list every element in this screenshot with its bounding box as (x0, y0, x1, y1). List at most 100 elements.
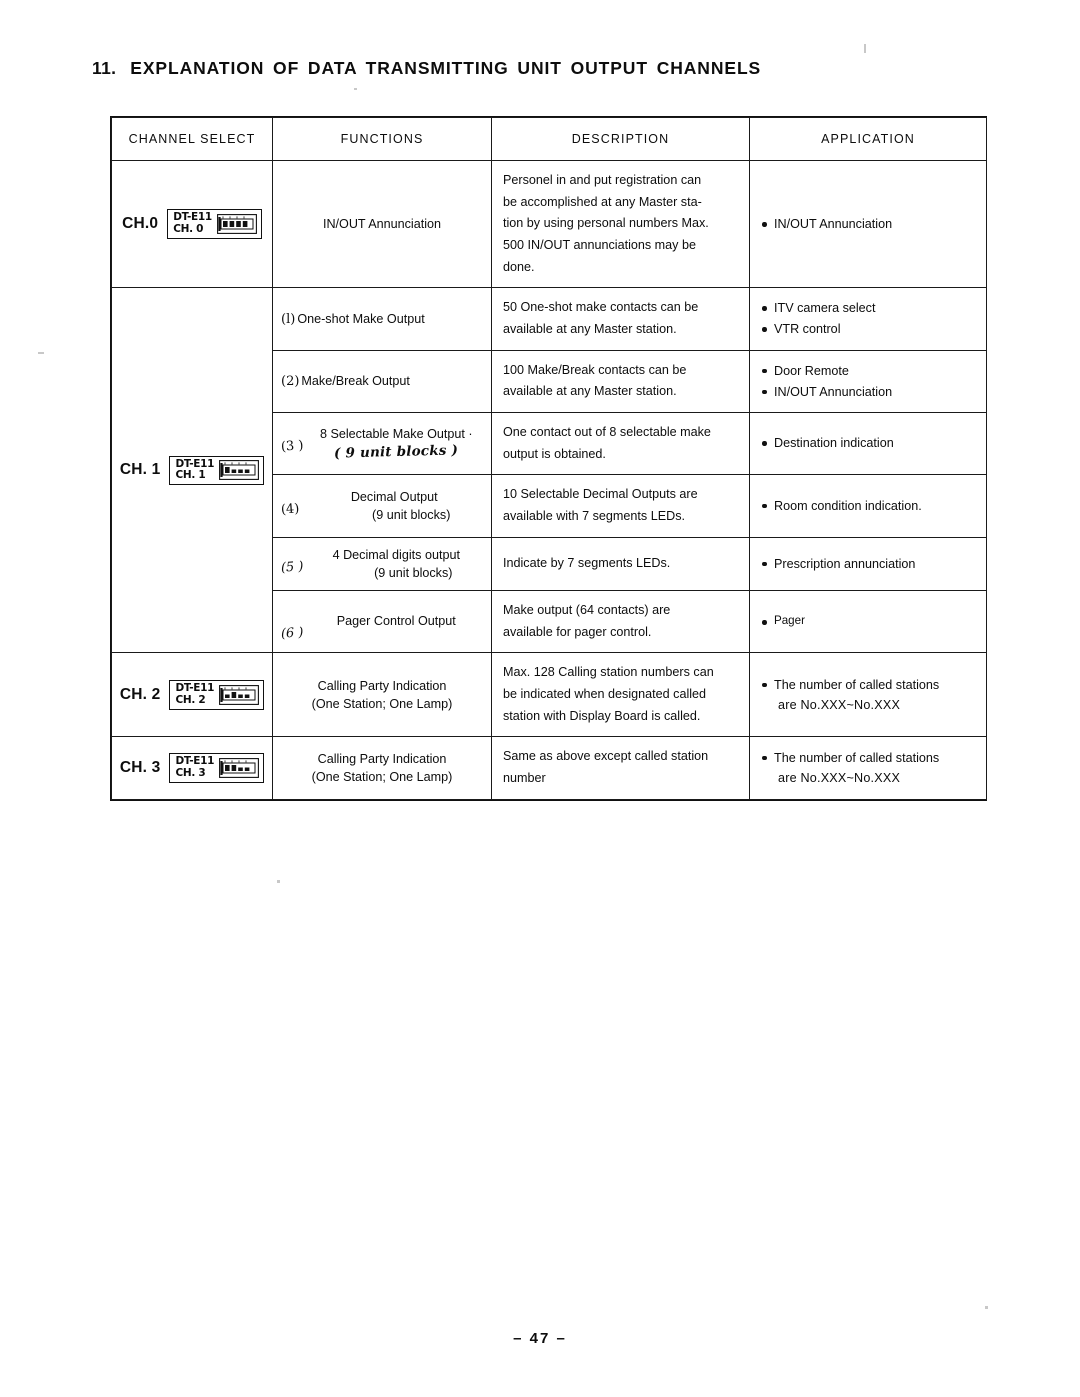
application-item: ITV camera select (761, 298, 976, 318)
description-ch1-3: One contact out of 8 selectable make out… (491, 411, 750, 476)
description-line: output is obtained. (503, 446, 606, 461)
function-label: Calling Party Indication (317, 678, 447, 693)
function-index: (3 ) (280, 437, 304, 455)
dip-switch-icon (216, 214, 257, 235)
functions-ch0: IN/OUT Annunciation (272, 159, 492, 289)
description-line: done. (503, 259, 535, 274)
functions-ch1-4: (4) Decimal Output (9 unit blocks) (272, 474, 492, 538)
function-sublabel: (One Station; One Lamp) (311, 769, 453, 784)
description-line: available with 7 segments LEDs. (503, 508, 686, 523)
function-label: Make/Break Output (301, 374, 410, 389)
channel-label-ch1: CH. 1 (119, 461, 161, 479)
function-sublabel: (One Station; One Lamp) (311, 696, 453, 711)
description-line: Personel in and put registration can (503, 173, 702, 187)
application-item: IN/OUT Annunciation (761, 382, 976, 402)
section-title: EXPLANATION OF DATA TRANSMITTING UNIT OU… (130, 58, 762, 78)
table-row-ch2: CH. 2 DT-E11 CH. 2 Calling Party Indicat… (111, 652, 987, 738)
application-item: Door Remote (761, 361, 976, 381)
description-line: be indicated when designated called (503, 687, 707, 701)
description-ch1-2: 100 Make/Break contacts can be available… (491, 349, 750, 413)
document-page: 11. EXPLANATION OF DATA TRANSMITTING UNI… (0, 0, 1080, 1397)
table-row-ch3: CH. 3 DT-E11 CH. 3 Calling Party Indicat… (111, 736, 987, 800)
application-ch1-1: ITV camera select VTR control (749, 287, 987, 351)
description-line: station with Display Board is called. (503, 708, 701, 723)
functions-ch1-5: (5 ) 4 Decimal digits output (9 unit blo… (272, 536, 492, 592)
channel-label-ch3: CH. 3 (119, 758, 161, 776)
application-ch0: IN/OUT Annunciation (749, 159, 987, 289)
description-line: One contact out of 8 selectable make (503, 424, 711, 439)
channel-label-ch0: CH.0 (122, 215, 159, 233)
function-label: 4 Decimal digits output (332, 547, 460, 562)
table-header-row: CHANNEL SELECT FUNCTIONS DESCRIPTION APP… (111, 117, 987, 161)
section-number: 11. (92, 58, 117, 78)
description-line: tion by using personal numbers Max. (503, 216, 709, 231)
header-functions: FUNCTIONS (272, 117, 492, 161)
application-item: Pager (761, 612, 976, 631)
dipswitch-badge-ch3: DT-E11 CH. 3 (169, 753, 265, 783)
channel-select-ch2: CH. 2 DT-E11 CH. 2 (111, 652, 273, 738)
function-label-ch0: IN/OUT Annunciation (322, 217, 442, 232)
badge-channel-ch2: CH. 2 (175, 693, 206, 706)
application-item: Destination indication (761, 433, 976, 453)
output-channels-table: CHANNEL SELECT FUNCTIONS DESCRIPTION APP… (110, 116, 987, 801)
description-ch1-1: 50 One-shot make contacts can be availab… (491, 287, 750, 351)
application-ch2: The number of called stations are No.XXX… (749, 652, 987, 738)
description-ch1-6: Make output (64 contacts) are available … (491, 590, 750, 654)
scan-speck (985, 1306, 988, 1309)
description-line: available for pager control. (503, 624, 652, 639)
function-label: Decimal Output (350, 489, 438, 504)
dip-switch-icon (219, 460, 260, 481)
application-item: Prescription annunciation (761, 554, 976, 574)
channel-select-ch0: CH.0 DT-E11 CH. 0 (111, 159, 273, 289)
functions-ch1-3: (3 ) 8 Selectable Make Output · ( 9 unit… (272, 411, 492, 476)
badge-channel-ch0: CH. 0 (173, 223, 204, 236)
application-ch3: The number of called stations are No.XXX… (749, 736, 987, 800)
application-item: VTR control (761, 319, 976, 339)
description-line: Make output (64 contacts) are (503, 603, 671, 618)
function-index: (6 ) (280, 625, 304, 643)
application-item: The number of called stations are No.XXX… (761, 675, 976, 715)
application-line-2: are No.XXX~No.XXX (778, 697, 901, 712)
handwritten-annotation: ( 9 unit blocks ) (334, 442, 459, 462)
application-line-1: The number of called stations (774, 677, 940, 692)
dipswitch-badge-ch0: DT-E11 CH. 0 (167, 209, 262, 239)
application-item: Room condition indication. (761, 496, 976, 516)
dipswitch-badge-ch2: DT-E11 CH. 2 (169, 680, 265, 710)
channel-label-ch2: CH. 2 (119, 685, 161, 703)
function-index: (5 ) (280, 558, 304, 576)
application-ch1-6: Pager (749, 590, 987, 654)
description-line: Same as above except called station (503, 749, 709, 764)
description-ch3: Same as above except called station numb… (491, 736, 750, 800)
table-row-ch0: CH.0 DT-E11 CH. 0 IN/OUT Annunciation Pe… (111, 159, 987, 289)
header-description: DESCRIPTION (491, 117, 750, 161)
description-line: 50 One-shot make contacts can be (503, 300, 699, 315)
application-ch1-4: Room condition indication. (749, 474, 987, 538)
description-line: 100 Make/Break contacts can be (503, 362, 687, 377)
scan-speck (354, 88, 357, 90)
application-line-2: are No.XXX~No.XXX (778, 770, 901, 785)
description-line: Max. 128 Calling station numbers can (503, 665, 714, 680)
application-ch1-5: Prescription annunciation (749, 536, 987, 592)
table-row-ch1-1: CH. 1 DT-E11 CH. 1 (l) One-shot Make Out… (111, 287, 987, 654)
description-ch2: Max. 128 Calling station numbers can be … (491, 652, 750, 738)
function-sublabel: (9 unit blocks) (374, 565, 453, 580)
dip-switch-icon (219, 684, 260, 705)
application-item: The number of called stations are No.XXX… (761, 748, 976, 788)
function-index: (2) (281, 373, 300, 389)
function-label: 8 Selectable Make Output · (319, 426, 473, 441)
description-line: Indicate by 7 segments LEDs. (503, 555, 671, 570)
function-label: One-shot Make Output (297, 311, 425, 326)
channel-select-ch1: CH. 1 DT-E11 CH. 1 (111, 287, 273, 654)
function-sublabel: (9 unit blocks) (372, 507, 451, 522)
badge-channel-ch1: CH. 1 (175, 469, 206, 482)
description-line: available at any Master station. (503, 384, 677, 399)
scan-speck (277, 880, 280, 883)
function-label: Calling Party Indication (317, 751, 447, 766)
description-line: 500 IN/OUT annunciations may be (503, 237, 696, 252)
functions-ch1-6: (6 ) Pager Control Output (272, 590, 492, 654)
description-ch1-5: Indicate by 7 segments LEDs. (491, 536, 750, 592)
application-ch1-3: Destination indication (749, 411, 987, 476)
function-index: (l) (281, 311, 296, 327)
functions-ch3: Calling Party Indication (One Station; O… (272, 736, 492, 800)
channel-select-ch3: CH. 3 DT-E11 CH. 3 (111, 736, 273, 800)
